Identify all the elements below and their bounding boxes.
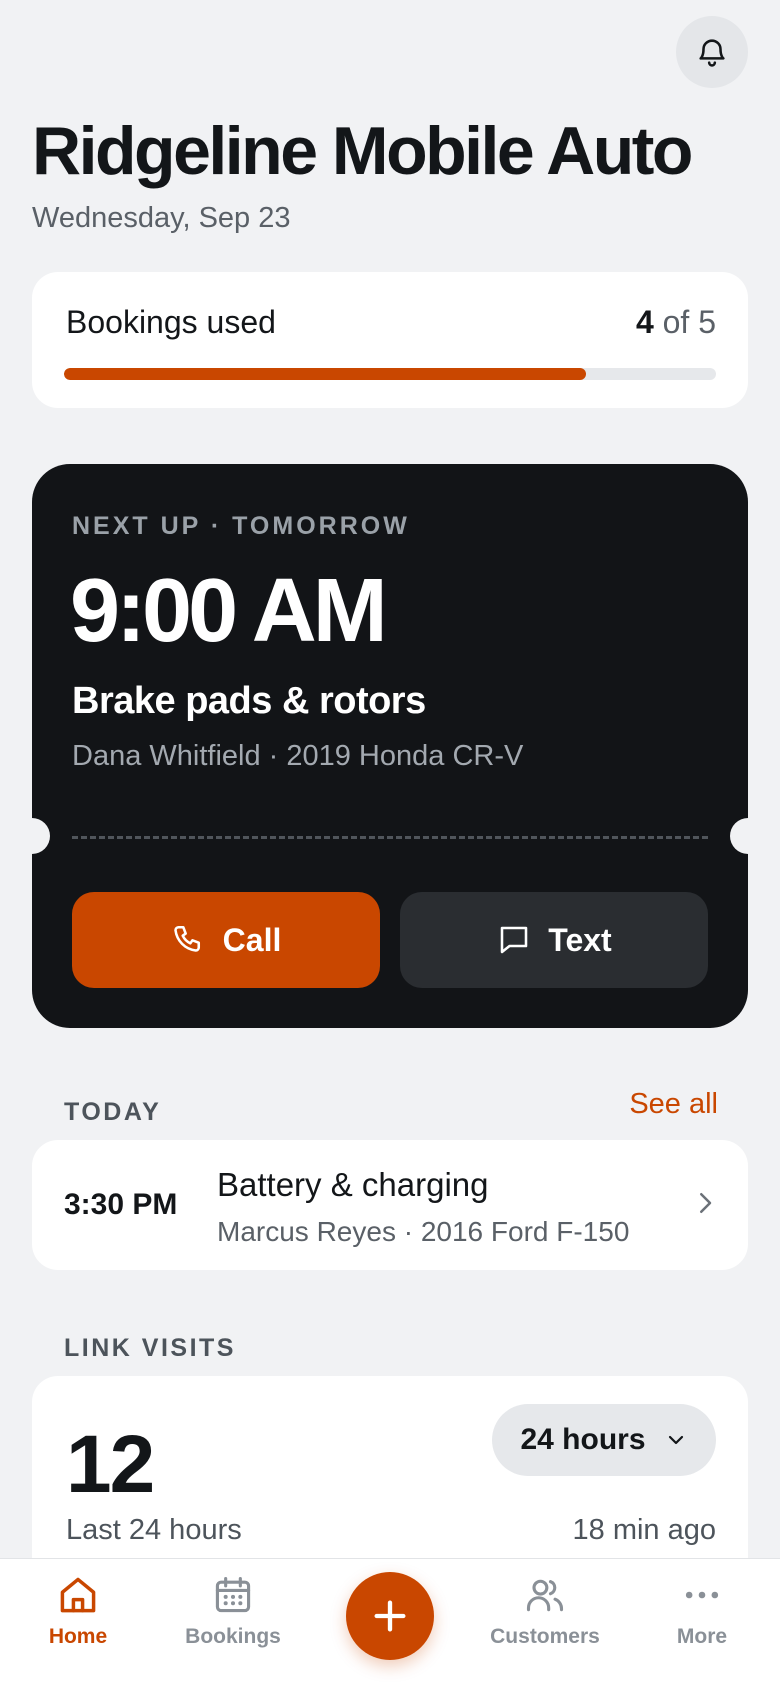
notifications-button[interactable] [676,16,748,88]
tab-bookings-label: Bookings [185,1625,281,1648]
time-range-value: 24 hours [520,1423,646,1456]
ticket-notch-left [14,818,50,854]
new-booking-button[interactable] [346,1572,434,1660]
usage-total: of 5 [653,304,716,340]
tab-more-label: More [676,1625,728,1648]
text-button-label: Text [548,921,612,958]
plus-icon [370,1596,410,1636]
usage-progress-fill [64,368,586,380]
usage-progress-bar [64,368,716,380]
next-up-label: NEXT UP · TOMORROW [72,512,410,540]
tab-customers-label: Customers [490,1625,600,1648]
tab-more[interactable]: More [632,1573,772,1649]
current-date: Wednesday, Sep 23 [32,202,291,234]
tab-home-label: Home [48,1625,108,1648]
bookings-usage-card: Bookings used 4 of 5 [32,272,748,408]
tab-home[interactable]: Home [8,1573,148,1649]
link-visits-updated: 18 min ago [572,1514,717,1546]
see-all-link[interactable]: See all [629,1088,718,1121]
more-dots-icon [680,1573,724,1617]
today-appointment-row[interactable]: 3:30 PM Battery & charging Marcus Reyes … [32,1140,748,1270]
next-appointment-time: 9:00 AM [70,561,388,661]
appointment-customer: Marcus Reyes · 2016 Ford F-150 [217,1216,630,1247]
appointment-service: Battery & charging [217,1166,489,1203]
calendar-icon [211,1573,255,1617]
usage-label: Bookings used [66,304,276,340]
bell-icon [695,35,729,69]
link-visits-count: 12 [66,1419,155,1510]
appointment-time: 3:30 PM [64,1188,178,1221]
usage-count: 4 of 5 [636,304,716,341]
tab-customers[interactable]: Customers [475,1573,615,1649]
page-title: Ridgeline Mobile Auto [32,113,693,189]
ticket-notch-right [730,818,766,854]
users-icon [523,1573,567,1617]
ticket-divider [72,836,708,839]
link-visits-section-label: LINK VISITS [64,1334,236,1362]
time-range-dropdown[interactable]: 24 hours [492,1404,716,1476]
call-button-label: Call [222,921,282,958]
home-icon [56,1573,100,1617]
chevron-right-icon [690,1188,720,1218]
tab-bookings[interactable]: Bookings [163,1573,303,1649]
usage-used: 4 [635,304,654,340]
next-appointment-card[interactable]: NEXT UP · TOMORROW 9:00 AM Brake pads & … [14,464,766,1028]
today-section-label: TODAY [64,1098,162,1126]
chevron-down-icon [664,1428,688,1452]
call-button[interactable]: Call [72,892,380,988]
next-appointment-service: Brake pads & rotors [72,680,426,722]
chat-bubble-icon [496,922,532,958]
phone-icon [171,922,207,958]
next-appointment-customer: Dana Whitfield · 2019 Honda CR-V [72,740,524,772]
text-button[interactable]: Text [400,892,708,988]
link-visits-period: Last 24 hours [66,1514,242,1546]
